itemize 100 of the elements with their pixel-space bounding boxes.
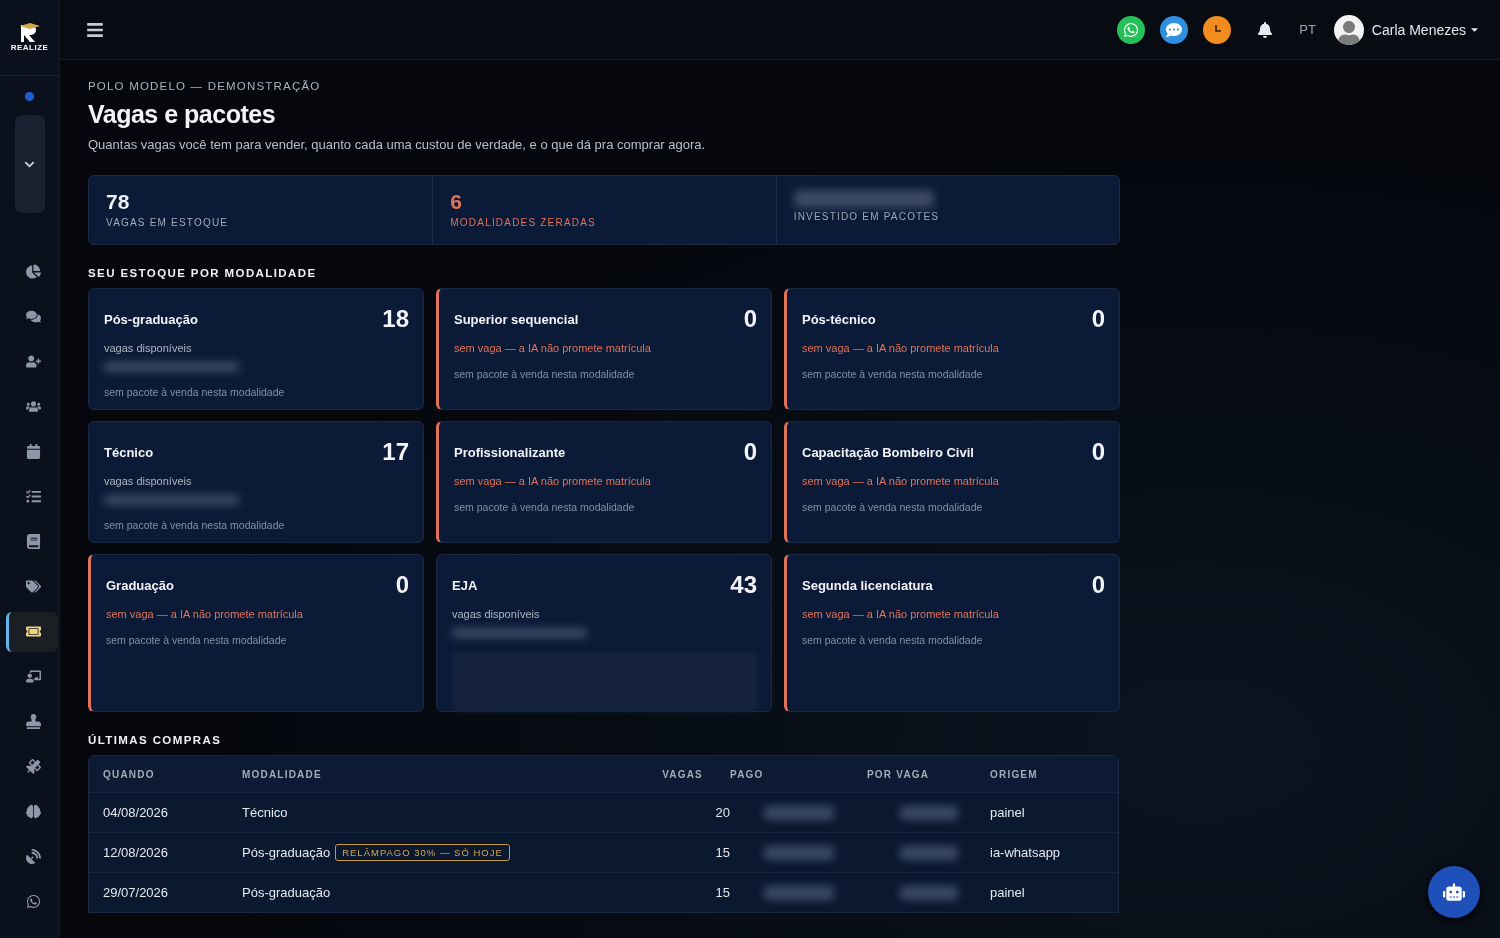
robot-icon: [1443, 881, 1465, 903]
seat-count: 0: [743, 305, 757, 333]
column-header: PAGO: [730, 768, 765, 780]
tags-icon: [25, 579, 41, 594]
clock-button[interactable]: [1203, 15, 1232, 44]
satellite-icon: [25, 759, 41, 774]
seat-count: 0: [1091, 571, 1105, 599]
package-note: sem pacote à venda nesta modalidade: [802, 368, 984, 380]
availability-status: vagas disponíveis: [104, 342, 193, 354]
redacted-value: [899, 805, 958, 820]
package-note: sem pacote à venda nesta modalidade: [454, 501, 636, 513]
modality-name: Graduação: [106, 578, 174, 593]
column-header: QUANDO: [103, 768, 156, 780]
page-subtitle: Quantas vagas você tem para vender, quanto cada uma custou de verdade, e o que dá pra comprar agora.: [88, 137, 707, 152]
brain-icon: [25, 804, 41, 819]
redacted-value: [899, 885, 958, 900]
table-cell-text: 04/08/2026: [103, 805, 170, 820]
table-cell-text: 15: [714, 885, 730, 900]
column-header: ORIGEM: [990, 768, 1039, 780]
stamp-icon: [25, 714, 41, 729]
availability-status: sem vaga — a IA não promete matrícula: [802, 608, 1000, 620]
package-note: sem pacote à venda nesta modalidade: [104, 519, 286, 531]
bell-icon[interactable]: [1257, 21, 1274, 38]
column-header: VAGAS: [661, 768, 704, 780]
checklist-icon: [25, 489, 41, 504]
sidebar-item[interactable]: [5, 611, 58, 652]
availability-status: sem vaga — a IA não promete matrícula: [454, 342, 652, 354]
availability-status: vagas disponíveis: [104, 475, 193, 487]
seat-count: 18: [382, 305, 409, 333]
section-title: ÚLTIMAS COMPRAS: [88, 734, 223, 746]
promo-tag: RELÂMPAGO 30% — SÓ HOJE: [335, 844, 510, 861]
language-selector[interactable]: PT: [1299, 22, 1316, 37]
availability-status: sem vaga — a IA não promete matrícula: [802, 475, 1000, 487]
availability-status: vagas disponíveis: [452, 608, 541, 620]
stat-label: MODALIDADES ZERADAS: [450, 217, 597, 228]
status-dot: [25, 92, 34, 101]
user-plus-icon: [25, 354, 41, 369]
calendar-icon: [25, 444, 41, 459]
modality-name: Pós-graduação: [104, 312, 198, 327]
chatbot-button[interactable]: [1160, 15, 1189, 44]
package-note: sem pacote à venda nesta modalidade: [802, 634, 984, 646]
stat-value: 6: [450, 190, 463, 214]
redacted-value: [763, 845, 834, 860]
availability-status: sem vaga — a IA não promete matrícula: [802, 342, 1000, 354]
logo-text: REALIZE: [10, 43, 49, 52]
modality-name: Superior sequencial: [454, 312, 579, 327]
seat-count: 0: [743, 438, 757, 466]
redacted-value: [763, 805, 834, 820]
stat-value: 78: [106, 190, 131, 214]
pie-chart-icon: [25, 264, 41, 279]
table-cell-text: ia-whatsapp: [990, 845, 1062, 860]
table-cell: Pós-graduação: [242, 885, 331, 900]
seat-count: 0: [395, 571, 409, 599]
column-header: MODALIDADE: [242, 768, 323, 780]
satellite-dish-icon: [25, 849, 41, 864]
table-cell: Pós-graduação: [242, 845, 331, 860]
stat-label: INVESTIDO EM PACOTES: [793, 211, 941, 222]
table-cell-text: 12/08/2026: [103, 845, 170, 860]
table-cell-text: 20: [714, 805, 730, 820]
breadcrumb: POLO MODELO — DEMONSTRAÇÃO: [88, 80, 322, 92]
modality-name: Profissionalizante: [454, 445, 566, 460]
table-cell-text: 15: [714, 845, 730, 860]
teacher-icon: [25, 669, 41, 684]
seat-count: 0: [1091, 438, 1105, 466]
column-header: POR VAGA: [867, 768, 931, 780]
table-cell-text: painel: [990, 805, 1026, 820]
chat-icon: [25, 309, 41, 324]
seat-count: 17: [382, 438, 409, 466]
package-note: sem pacote à venda nesta modalidade: [104, 386, 286, 398]
page-title: Vagas e pacotes: [88, 100, 277, 129]
book-icon: [25, 534, 41, 549]
users-icon: [25, 399, 41, 414]
user-avatar[interactable]: [1333, 14, 1364, 45]
modality-name: EJA: [452, 578, 478, 593]
stat-label: VAGAS EM ESTOQUE: [106, 217, 230, 228]
redacted-value: [899, 845, 958, 860]
modality-name: Técnico: [104, 445, 154, 460]
package-note: sem pacote à venda nesta modalidade: [106, 634, 288, 646]
collapse-toggle[interactable]: [14, 115, 45, 213]
redacted-value: [763, 885, 834, 900]
modality-name: Capacitação Bombeiro Civil: [802, 445, 974, 460]
chat-bubble-icon: [1166, 21, 1183, 38]
user-name[interactable]: Carla Menezes: [1371, 21, 1466, 38]
package-note: sem pacote à venda nesta modalidade: [454, 368, 636, 380]
whatsapp-icon: [1123, 21, 1140, 38]
seat-count: 43: [730, 571, 757, 599]
menu-icon[interactable]: [86, 20, 104, 39]
modality-name: Segunda licenciatura: [802, 578, 933, 593]
ticket-icon: [25, 624, 41, 639]
section-title: SEU ESTOQUE POR MODALIDADE: [88, 267, 318, 279]
table-cell: Técnico: [242, 805, 288, 820]
package-note: sem pacote à venda nesta modalidade: [802, 501, 984, 513]
whatsapp-button[interactable]: [1117, 15, 1146, 44]
seat-count: 0: [1091, 305, 1105, 333]
table-cell-text: 29/07/2026: [103, 885, 170, 900]
chatbot-button[interactable]: [1428, 866, 1480, 918]
whatsapp-icon: [25, 894, 41, 909]
table-cell-text: painel: [990, 885, 1026, 900]
modality-name: Pós-técnico: [802, 312, 876, 327]
availability-status: sem vaga — a IA não promete matrícula: [454, 475, 652, 487]
